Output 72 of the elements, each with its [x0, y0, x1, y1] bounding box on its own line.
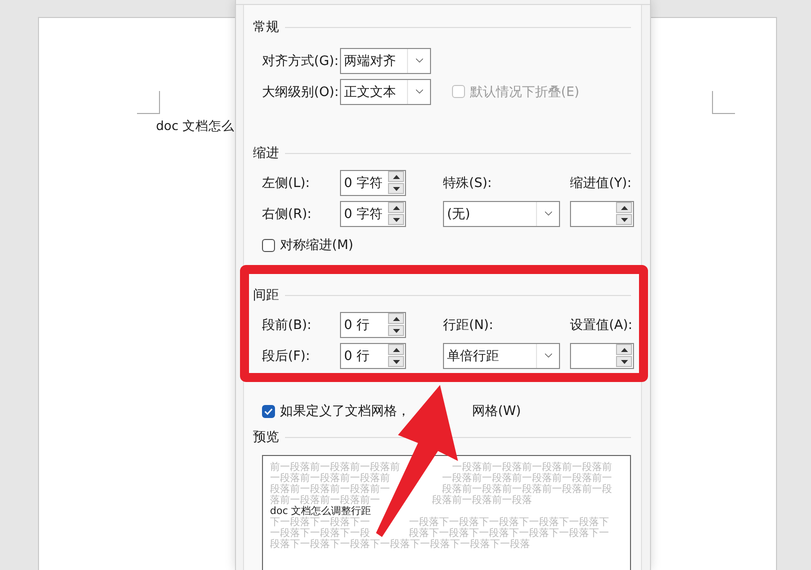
up-arrow-icon [392, 348, 400, 352]
field-label: 大纲级别(O): [262, 84, 340, 100]
preview-text: 一段落前一段落前一段落前一段落前一 [442, 473, 612, 484]
spin-up-button[interactable] [616, 202, 632, 213]
preview-text: 一段落下一段落下一段落下一段落下一段落下 [409, 517, 609, 528]
preview-text: 落前一段落前一段落前一 [270, 495, 380, 506]
field-label: 特殊(S): [443, 174, 493, 192]
down-arrow-icon [620, 360, 628, 364]
spin-up-button[interactable] [388, 202, 404, 213]
spin-field[interactable]: 0 字符 [340, 170, 406, 196]
checkbox[interactable] [262, 404, 275, 418]
checkbox-label: 网格(W) [472, 403, 521, 420]
spin-field[interactable]: 0 字符 [340, 200, 406, 226]
dropdown[interactable]: 正文文本 [340, 78, 431, 104]
field-label: 段前(B): [262, 316, 312, 334]
spin-field[interactable] [570, 200, 634, 226]
down-arrow-icon [392, 360, 400, 364]
preview-text: 段落前一段落前一段落 [432, 495, 532, 506]
checkbox-label: 对称缩进(M) [280, 237, 354, 254]
section-title: 间距 [253, 287, 279, 304]
field-label: 行距(N): [443, 316, 494, 334]
down-arrow-icon [392, 328, 400, 332]
preview-text: 段落前一段落前一段落前一段落前一段 [442, 484, 612, 495]
spin-down-button[interactable] [388, 183, 404, 194]
preview-text: 段落下一段落下一段落下一段落下一段落下一 [409, 528, 609, 539]
down-arrow-icon [392, 186, 400, 190]
spin-up-button[interactable] [388, 313, 404, 324]
check-icon [264, 408, 273, 414]
up-arrow-icon [620, 348, 628, 352]
spin-up-button[interactable] [388, 344, 404, 355]
field-label: 右侧(R): [262, 206, 313, 222]
section-title: 缩进 [253, 145, 279, 162]
preview-sample-text: doc 文档怎么调整行距 [270, 506, 372, 517]
document-text: doc 文档怎么 [156, 118, 234, 135]
section-title: 常规 [253, 19, 279, 36]
spin-down-button[interactable] [616, 214, 632, 225]
spin-down-button[interactable] [388, 356, 404, 367]
preview-text: 段落下一段落下一段落下一段落下一段落下一段落下一段落 [270, 539, 530, 550]
field-label: 设置值(A): [570, 316, 634, 334]
spin-up-button[interactable] [616, 344, 632, 355]
spin-down-button[interactable] [616, 356, 632, 367]
spin-field[interactable] [570, 342, 634, 368]
checkbox-label: 如果定义了文档网格， [280, 403, 410, 420]
dropdown[interactable]: 单倍行距 [443, 342, 560, 368]
field-label: 左侧(L): [262, 174, 311, 192]
spin-field[interactable]: 0 行 [340, 342, 406, 368]
up-arrow-icon [392, 174, 400, 178]
down-arrow-icon [392, 218, 400, 222]
preview-text: 下一段落下一段落下一 [270, 517, 370, 528]
preview-text: 前一段落前一段落前一段落前 [270, 462, 400, 473]
dropdown[interactable]: 两端对齐 [340, 48, 431, 74]
up-arrow-icon [392, 206, 400, 210]
corner-mark [137, 91, 160, 114]
section-title: 预览 [253, 429, 279, 446]
preview-text: 一段落下一段落下一段 [270, 528, 370, 539]
preview-text: 段落前一段落前一段落前一 [270, 484, 390, 495]
spin-down-button[interactable] [388, 325, 404, 336]
preview-text: 一段落前一段落前一段落前一段落前 [452, 462, 612, 473]
field-label: 段后(F): [262, 348, 312, 364]
dropdown[interactable]: (无) [443, 200, 560, 226]
spin-down-button[interactable] [388, 214, 404, 225]
spin-field[interactable]: 0 行 [340, 312, 406, 338]
field-label: 缩进值(Y): [570, 174, 632, 192]
field-label: 对齐方式(G): [262, 52, 340, 70]
up-arrow-icon [620, 206, 628, 210]
spin-up-button[interactable] [388, 171, 404, 182]
down-arrow-icon [620, 218, 628, 222]
preview-text: 一段落前一段落前一段落前 [270, 473, 390, 484]
corner-mark [712, 91, 735, 114]
checkbox-label: 默认情况下折叠(E) [470, 84, 580, 100]
up-arrow-icon [392, 316, 400, 320]
checkbox[interactable] [262, 238, 275, 252]
